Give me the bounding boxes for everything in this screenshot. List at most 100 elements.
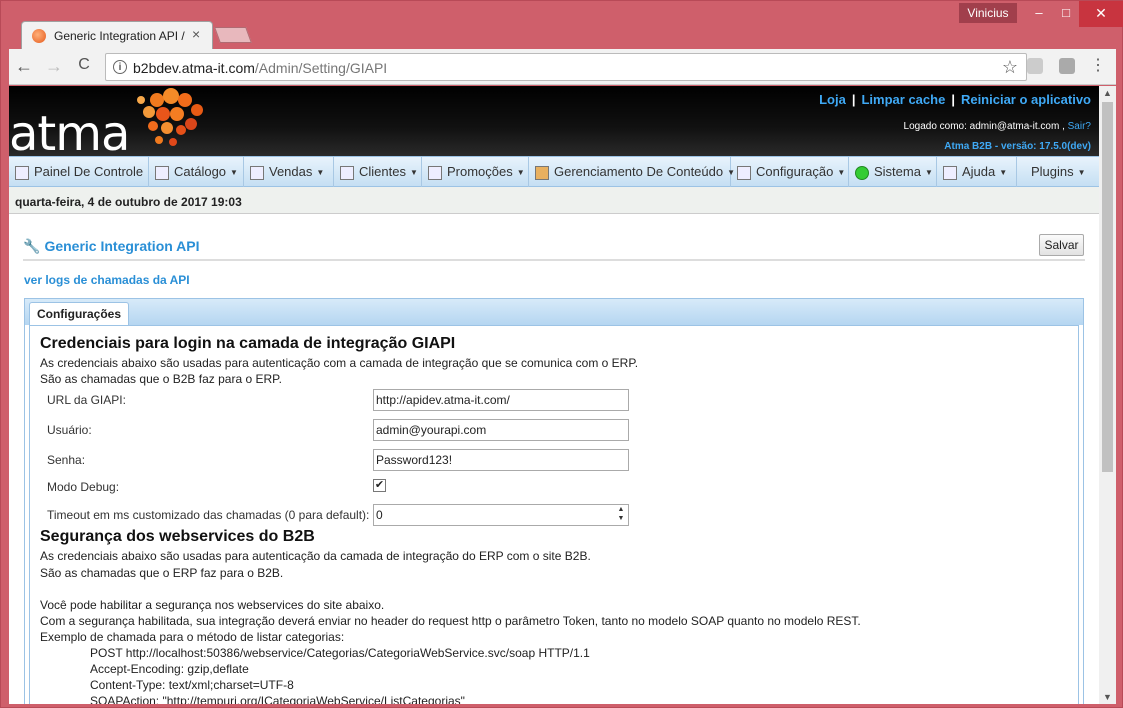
dropdown-caret-icon: ▼ (516, 167, 525, 177)
scroll-up-icon[interactable]: ▲ (1103, 88, 1112, 98)
menu-sistema[interactable]: Sistema ▼ (849, 157, 937, 187)
divider (23, 259, 1085, 261)
menu-label: Gerenciamento De Conteúdo (554, 164, 724, 179)
tab-configuracoes[interactable]: Configurações (29, 302, 129, 326)
section-heading-security: Segurança dos webservices do B2B (40, 528, 315, 545)
menu-configuracao[interactable]: Configuração ▼ (731, 157, 849, 187)
dropdown-caret-icon: ▼ (924, 167, 933, 177)
code-line: SOAPAction: "http://tempuri.org/ICategor… (90, 694, 465, 704)
browser-menu-icon[interactable]: ⋮ (1090, 55, 1106, 75)
url-text: b2bdev.atma-it.com/Admin/Setting/GIAPI (133, 60, 387, 76)
logged-label: Logado como: admin@atma-it.com , (903, 121, 1065, 132)
url-host: b2bdev.atma-it.com (133, 60, 255, 76)
link-reiniciar[interactable]: Reiniciar o aplicativo (961, 92, 1091, 107)
site-info-icon[interactable]: i (113, 60, 127, 74)
date-bar: quarta-feira, 4 de outubro de 2017 19:03 (9, 187, 1099, 214)
main-menu: Painel De Controle Catálogo ▼ Vendas ▼ Cli… (9, 156, 1099, 187)
minimize-button[interactable]: – (1024, 1, 1054, 27)
tab-panel: Credenciais para login na camada de inte… (29, 325, 1079, 704)
atma-logo[interactable]: atma (9, 106, 130, 162)
dropdown-caret-icon: ▼ (999, 167, 1008, 177)
menu-painel[interactable]: Painel De Controle (9, 157, 149, 187)
dropdown-caret-icon: ▼ (230, 167, 238, 177)
browser-tab[interactable]: Generic Integration API / × (21, 21, 213, 49)
section-desc: Exemplo de chamada para o método de list… (40, 630, 345, 644)
catalog-icon (155, 165, 169, 180)
spinner-arrows-icon[interactable]: ▲ ▼ (614, 505, 628, 525)
wrench-icon: 🔧 (23, 238, 41, 254)
dashboard-icon (15, 165, 29, 180)
bookmark-star-icon[interactable]: ☆ (1002, 57, 1018, 78)
vertical-scrollbar[interactable]: ▲ ▼ (1099, 86, 1116, 704)
menu-label: Plugins (1031, 164, 1074, 179)
menu-label: Ajuda (962, 164, 996, 179)
section-desc: São as chamadas que o ERP faz para o B2B… (40, 566, 284, 580)
sales-chart-icon (250, 165, 264, 180)
tag-icon (428, 165, 442, 180)
section-desc: As credenciais abaixo são usadas para au… (40, 356, 639, 370)
page-viewport: atma Loja | Limpar cache | Reiniciar o aplic… (9, 86, 1099, 704)
back-icon[interactable]: ← (13, 56, 35, 77)
username-input[interactable] (373, 419, 629, 441)
status-dot-icon (855, 165, 869, 180)
section-heading-giapi: Credenciais para login na camada de inte… (40, 335, 456, 352)
menu-ajuda[interactable]: Ajuda ▼ (937, 157, 1017, 187)
browser-window: Vinicius – □ ✕ Generic Integration API /… (0, 0, 1123, 708)
url-label: URL da GIAPI: (47, 393, 126, 407)
maximize-button[interactable]: □ (1051, 1, 1081, 27)
menu-clientes[interactable]: Clientes ▼ (334, 157, 422, 187)
code-line: Accept-Encoding: gzip,deflate (90, 662, 249, 676)
dropdown-caret-icon: ▼ (409, 167, 418, 177)
profile-button[interactable]: Vinicius (959, 3, 1017, 23)
extension-icon[interactable] (1027, 58, 1043, 74)
code-line: POST http://localhost:50386/webservice/C… (90, 646, 590, 660)
password-label: Senha: (47, 453, 86, 467)
dropdown-caret-icon: ▼ (1077, 167, 1086, 177)
timeout-input[interactable]: 0 ▲ ▼ (373, 504, 629, 526)
logo-dots-icon (137, 88, 203, 146)
section-desc: Com a segurança habilitada, sua integraç… (40, 614, 861, 628)
password-input[interactable] (373, 449, 629, 471)
logged-as: Logado como: admin@atma-it.com , Sair? (904, 121, 1091, 132)
menu-promocoes[interactable]: Promoções ▼ (422, 157, 529, 187)
reload-icon[interactable]: C (73, 56, 95, 74)
dropdown-caret-icon: ▼ (316, 167, 325, 177)
api-logs-link[interactable]: ver logs de chamadas da API (24, 273, 190, 287)
scroll-down-icon[interactable]: ▼ (1103, 692, 1112, 702)
menu-plugins[interactable]: Plugins ▼ (1017, 157, 1099, 187)
menu-label: Vendas (269, 164, 313, 179)
address-bar[interactable]: i b2bdev.atma-it.com/Admin/Setting/GIAPI… (105, 53, 1027, 81)
wrench-icon (737, 165, 751, 180)
folder-icon (535, 165, 549, 180)
menu-catalogo[interactable]: Catálogo ▼ (149, 157, 244, 187)
menu-vendas[interactable]: Vendas ▼ (244, 157, 334, 187)
code-line: Content-Type: text/xml;charset=UTF-8 (90, 678, 294, 692)
extension-pin-icon[interactable] (1059, 58, 1075, 74)
close-tab-icon[interactable]: × (192, 26, 200, 42)
menu-label: Painel De Controle (34, 164, 144, 179)
new-tab-button[interactable] (214, 27, 252, 43)
url-path: /Admin/Setting/GIAPI (254, 60, 388, 76)
save-button[interactable]: Salvar (1039, 234, 1084, 256)
menu-conteudo[interactable]: Gerenciamento De Conteúdo ▼ (529, 157, 735, 187)
debug-checkbox[interactable]: ✔ (373, 479, 386, 492)
menu-label: Clientes (359, 164, 406, 179)
giapi-url-input[interactable] (373, 389, 629, 411)
menu-label: Sistema (874, 164, 921, 179)
link-limpar-cache[interactable]: Limpar cache (861, 92, 945, 107)
debug-label: Modo Debug: (47, 480, 120, 494)
timeout-label: Timeout em ms customizado das chamadas (… (47, 508, 370, 522)
browser-toolbar: ← → C i b2bdev.atma-it.com/Admin/Setting… (9, 49, 1116, 85)
version-text: Atma B2B - versão: 17.5.0(dev) (944, 141, 1091, 152)
separator: | (951, 92, 955, 107)
close-window-button[interactable]: ✕ (1079, 1, 1123, 27)
page-title: 🔧 Generic Integration API (23, 238, 200, 255)
header-links: Loja | Limpar cache | Reiniciar o aplicativo (819, 92, 1091, 107)
scroll-thumb[interactable] (1102, 102, 1113, 472)
dropdown-caret-icon: ▼ (837, 167, 846, 177)
help-icon (943, 165, 957, 180)
forward-icon[interactable]: → (43, 56, 65, 77)
logout-link[interactable]: Sair? (1068, 121, 1091, 132)
timeout-value: 0 (376, 508, 383, 522)
link-loja[interactable]: Loja (819, 92, 846, 107)
